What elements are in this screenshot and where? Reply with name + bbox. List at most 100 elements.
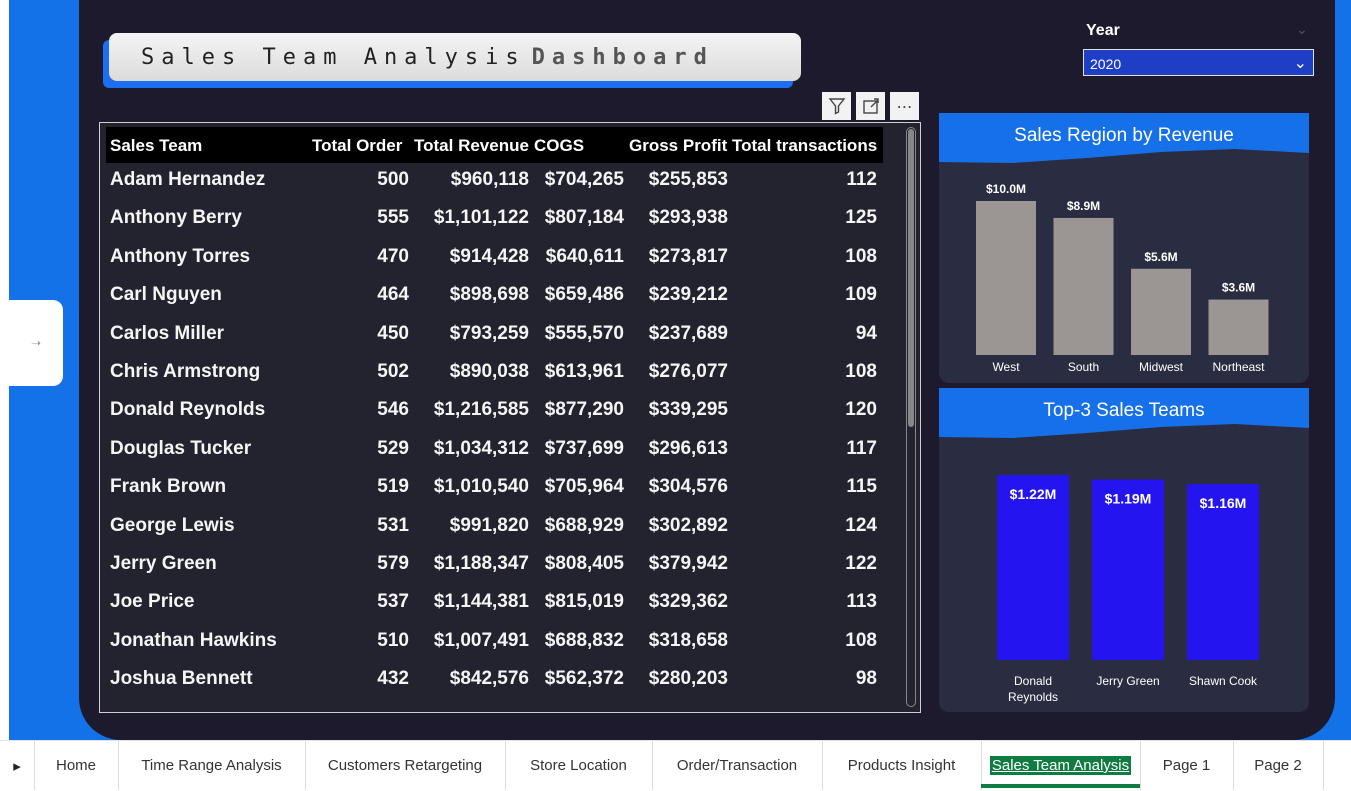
tab-store-location[interactable]: Store Location	[505, 741, 653, 790]
table-cell: $329,362	[648, 591, 728, 613]
table-cell: $276,077	[648, 361, 728, 382]
table-cell: $1,007,491	[433, 629, 529, 651]
sales-team-name: Carlos Miller	[110, 322, 225, 344]
title-bold-text: Dashboard	[531, 44, 714, 70]
tab-sales-team-analysis[interactable]: Sales Team Analysis	[981, 741, 1141, 790]
table-row[interactable]: Joe Price 537 $1,144,381 $815,019 $329,362 11…	[106, 583, 883, 621]
table-row[interactable]: Donald Reynolds 546 $1,216,585 $877,290 $339…	[106, 391, 883, 429]
bar	[1092, 479, 1164, 660]
table-cell: $239,212	[648, 284, 728, 306]
table-cell: 117	[846, 437, 877, 459]
tab-page-2[interactable]: Page 2	[1233, 741, 1324, 790]
sales-team-name: Donald Reynolds	[110, 399, 266, 421]
year-slicer-label: Year	[1086, 22, 1120, 39]
table-cell: $1,188,347	[433, 553, 529, 574]
table-row[interactable]: George Lewis 531 $991,820 $688,929 $302,892 1…	[106, 507, 883, 545]
table-cell: $659,486	[544, 284, 624, 306]
table-cell: 500	[377, 169, 409, 190]
table-row[interactable]: Jerry Green 579 $1,188,347 $808,405 $379,942…	[106, 545, 883, 583]
tab-time-range-analysis[interactable]: Time Range Analysis	[118, 741, 306, 790]
top-sales-teams-chart-card: Top-3 Sales Teams $1.22M Donald $1.19M Jerr…	[939, 388, 1309, 712]
table-row[interactable]: Joshua Bennett 432 $842,576 $562,372 $280,20…	[106, 660, 883, 698]
page-tab-bar: ▸ Home Time Range Analysis Customers Retar…	[0, 740, 1351, 791]
table-row[interactable]: Anthony Berry 555 $1,101,122 $807,184 $293,9…	[106, 199, 883, 237]
scrollbar-thumb[interactable]	[908, 129, 914, 427]
column-header[interactable]: Total transactions	[732, 136, 877, 156]
table-cell: $1,101,122	[433, 207, 529, 229]
table-cell: $815,019	[544, 591, 624, 613]
table-cell: $914,428	[449, 245, 529, 267]
table-cell: $296,613	[648, 437, 728, 459]
sales-team-name: Adam Hernandez	[110, 169, 266, 190]
tab-customers-retargeting[interactable]: Customers Retargeting	[305, 741, 506, 790]
table-cell: 555	[377, 207, 409, 229]
table-row[interactable]: Adam Hernandez 500 $960,118 $704,265 $255,85…	[106, 161, 883, 199]
focus-mode-icon[interactable]	[856, 92, 885, 120]
table-row[interactable]: Carlos Miller 450 $793,259 $555,570 $237,689…	[106, 315, 883, 353]
table-cell: 579	[377, 553, 409, 574]
bar	[1053, 217, 1114, 355]
bar	[997, 475, 1069, 660]
table-row[interactable]: Douglas Tucker 529 $1,034,312 $737,699 $296,…	[106, 430, 883, 468]
table-row[interactable]: Carl Nguyen 464 $898,698 $659,486 $239,212 10…	[106, 276, 883, 314]
table-cell: $255,853	[648, 169, 728, 190]
table-cell: 124	[845, 514, 877, 536]
data-label: $1.19M	[1105, 491, 1152, 507]
table-cell: $555,570	[544, 322, 624, 344]
table-cell: $280,203	[648, 668, 728, 690]
column-header[interactable]: Total Order	[312, 136, 402, 156]
data-label: $3.6M	[1222, 281, 1255, 295]
column-header[interactable]: Gross Profit	[629, 136, 727, 156]
more-options-icon[interactable]: ⋯	[890, 92, 919, 120]
filter-icon[interactable]	[822, 92, 851, 120]
data-label: $10.0M	[986, 182, 1026, 196]
bar	[1208, 299, 1269, 355]
data-label: $5.6M	[1144, 250, 1177, 264]
table-row[interactable]: Chris Armstrong 502 $890,038 $613,961 $276,0…	[106, 353, 883, 391]
table-cell: 502	[377, 361, 409, 382]
tab-nav-arrow[interactable]: ▸	[0, 741, 35, 790]
tab-home[interactable]: Home	[34, 741, 119, 790]
table-cell: $318,658	[648, 629, 728, 651]
title-text: Sales Team Analysis	[141, 44, 526, 70]
filters-pane-handle[interactable]: ➝	[9, 300, 63, 386]
table-cell: 113	[846, 591, 877, 613]
table-cell: $898,698	[449, 284, 529, 306]
column-header[interactable]: Sales Team	[110, 136, 202, 156]
table-cell: 546	[377, 399, 409, 421]
table-cell: $991,820	[449, 514, 529, 536]
year-slicer-dropdown[interactable]: 2020 ⌄	[1083, 49, 1314, 76]
table-cell: $379,942	[648, 553, 728, 574]
table-cell: 537	[377, 591, 409, 613]
table-cell: $960,118	[450, 169, 529, 190]
table-cell: 450	[377, 322, 409, 344]
table-scrollbar[interactable]	[906, 127, 916, 707]
region-revenue-chart: $10.0M West $8.9M South $5.6M Midwest $3.6M Nor…	[976, 182, 1269, 374]
column-header[interactable]: Total Revenue	[414, 136, 529, 156]
table-cell: 109	[845, 284, 877, 306]
sales-team-name: Anthony Berry	[110, 207, 242, 229]
table-cell: $640,611	[545, 245, 624, 267]
table-cell: $237,689	[648, 322, 728, 344]
table-cell: $339,295	[648, 399, 728, 421]
tab-page-1[interactable]: Page 1	[1140, 741, 1234, 790]
category-label: South	[1068, 360, 1099, 374]
tab-products-insight[interactable]: Products Insight	[822, 741, 982, 790]
table-cell: 531	[377, 514, 409, 536]
table-cell: 98	[855, 668, 877, 690]
sales-team-name: Jonathan Hawkins	[110, 629, 277, 651]
category-label: Donald	[1014, 674, 1052, 688]
table-cell: 519	[377, 476, 409, 498]
tab-order-transaction[interactable]: Order/Transaction	[652, 741, 823, 790]
table-row[interactable]: Jonathan Hawkins 510 $1,007,491 $688,832 $31…	[106, 622, 883, 660]
region-revenue-chart-card: Sales Region by Revenue $10.0M West $8.9M S…	[939, 113, 1309, 383]
chevron-down-icon[interactable]: ⌄	[1296, 22, 1308, 38]
column-header[interactable]: COGS	[534, 136, 584, 156]
category-label: Shawn Cook	[1189, 674, 1258, 688]
sales-team-name: George Lewis	[110, 514, 235, 536]
table-row[interactable]: Frank Brown 519 $1,010,540 $705,964 $304,576…	[106, 468, 883, 506]
sales-team-name: Douglas Tucker	[110, 437, 252, 459]
table-cell: $842,576	[449, 668, 529, 690]
table-row[interactable]: Anthony Torres 470 $914,428 $640,611 $273,81…	[106, 238, 883, 276]
data-label: $1.22M	[1010, 486, 1057, 502]
